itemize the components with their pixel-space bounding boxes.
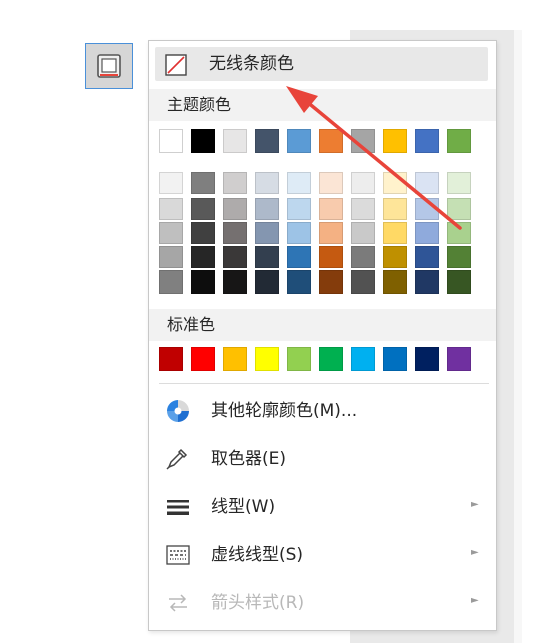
annotation-arrow-icon (286, 86, 462, 230)
